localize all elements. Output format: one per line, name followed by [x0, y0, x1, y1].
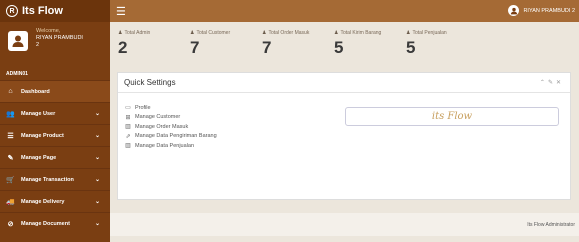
- stat-total-customer: ♟ Total Customer 7: [190, 22, 262, 64]
- panel-header: Quick Settings ⌃✎✕: [118, 73, 570, 93]
- link-label: Manage Data Pengiriman Barang: [135, 133, 217, 140]
- users-icon: 👥: [6, 110, 15, 118]
- link-label: Manage Customer: [135, 114, 181, 121]
- link-label: Manage Order Masuk: [135, 123, 189, 130]
- sidebar-item-manage-page[interactable]: ✎ Manage Page ⌄: [0, 146, 110, 168]
- stat-label: Total Order Masuk: [268, 30, 310, 36]
- top-user-menu[interactable]: RIYAN PRAMBUDI 2: [508, 5, 575, 16]
- sidebar: R Its Flow Welcome, RIYAN PRAMBUDI 2 ADM…: [0, 0, 110, 242]
- brand-script-logo: its Flow: [431, 111, 473, 122]
- chevron-down-icon: ⌄: [94, 133, 100, 139]
- welcome-text: Welcome,: [36, 28, 61, 34]
- brand-logo-icon: R: [6, 5, 18, 17]
- hamburger-menu-icon[interactable]: ☰: [116, 5, 126, 18]
- link-profile[interactable]: ▭ Profile: [124, 103, 217, 113]
- link-label: Profile: [135, 104, 151, 111]
- user-icon: ♟: [190, 30, 195, 36]
- brand[interactable]: R Its Flow: [0, 0, 110, 22]
- panel-title: Quick Settings: [124, 78, 176, 87]
- stat-total-penjualan: ♟ Total Penjualan 5: [406, 22, 478, 64]
- sidebar-menu: ⌂ Dashboard 👥 Manage User ⌄ ☰ Manage Pro…: [0, 80, 110, 234]
- stat-total-admin: ♟ Total Admin 2: [118, 22, 190, 64]
- line-chart-icon: ⇗: [125, 133, 131, 140]
- user-icon: ♟: [334, 30, 339, 36]
- stat-label: Total Penjualan: [412, 30, 447, 36]
- stat-total-order-masuk: ♟ Total Order Masuk 7: [262, 22, 334, 64]
- sidebar-item-manage-delivery[interactable]: 🚚 Manage Delivery ⌄: [0, 190, 110, 212]
- sidebar-item-manage-transaction[interactable]: 🛒 Manage Transaction ⌄: [0, 168, 110, 190]
- footer-text: Its Flow Administrator: [527, 221, 575, 228]
- top-user-name: RIYAN PRAMBUDI 2: [523, 7, 575, 14]
- link-label: Manage Data Penjualan: [135, 142, 195, 149]
- user-avatar-icon: [8, 31, 28, 51]
- panel-tools: ⌃✎✕: [540, 79, 564, 86]
- user-avatar-icon: [508, 5, 520, 16]
- grid-icon: ⊞: [125, 114, 131, 121]
- stat-label: Total Admin: [124, 30, 151, 36]
- footer: Its Flow Administrator: [110, 213, 579, 236]
- stat-value: 5: [406, 38, 416, 57]
- close-icon[interactable]: ✕: [556, 80, 564, 86]
- sidebar-item-label: Manage Page: [21, 154, 57, 161]
- sidebar-item-dashboard[interactable]: ⌂ Dashboard: [0, 80, 110, 102]
- user-info: Welcome, RIYAN PRAMBUDI 2: [36, 28, 83, 49]
- user-role: ADMIN01: [6, 71, 28, 77]
- sidebar-item-label: Dashboard: [21, 88, 50, 95]
- document-icon: ⊘: [7, 220, 14, 228]
- link-manage-data-pengiriman-barang[interactable]: ⇗ Manage Data Pengiriman Barang: [124, 132, 217, 142]
- sidebar-item-label: Manage Transaction: [21, 176, 74, 183]
- user-panel: Welcome, RIYAN PRAMBUDI 2: [0, 22, 110, 68]
- user-icon: ♟: [262, 30, 267, 36]
- chart-icon: ▥: [125, 124, 131, 131]
- brand-name: Its Flow: [22, 5, 63, 17]
- stat-value: 7: [262, 38, 272, 57]
- link-manage-data-penjualan[interactable]: ▥ Manage Data Penjualan: [124, 141, 217, 151]
- user-name: RIYAN PRAMBUDI: [36, 35, 83, 41]
- stat-label: Total Customer: [196, 30, 231, 36]
- home-icon: ⌂: [8, 88, 13, 95]
- quick-links: ▭ Profile ⊞ Manage Customer ▥ Manage Ord…: [124, 103, 217, 151]
- link-manage-customer[interactable]: ⊞ Manage Customer: [124, 113, 217, 123]
- sidebar-item-manage-user[interactable]: 👥 Manage User ⌄: [0, 102, 110, 124]
- calendar-icon: ▭: [125, 105, 131, 112]
- stat-total-kirim-barang: ♟ Total Kirim Barang 5: [334, 22, 406, 64]
- cart-icon: 🛒: [6, 176, 15, 184]
- stats-row: ♟ Total Admin 2 ♟ Total Customer 7 ♟ Total …: [110, 22, 579, 64]
- sidebar-item-label: Manage Document: [21, 220, 70, 227]
- stat-value: 2: [118, 38, 128, 57]
- sidebar-item-label: Manage User: [21, 110, 56, 117]
- stat-value: 7: [190, 38, 200, 57]
- user-icon: ♟: [118, 30, 123, 36]
- user-icon: ♟: [406, 30, 411, 36]
- sidebar-item-label: Manage Delivery: [21, 198, 65, 205]
- collapse-icon[interactable]: ⌃: [540, 80, 548, 86]
- chevron-down-icon: ⌄: [94, 221, 100, 227]
- sidebar-item-label: Manage Product: [21, 132, 64, 139]
- wrench-icon[interactable]: ✎: [548, 80, 556, 86]
- chevron-down-icon: ⌄: [94, 111, 100, 117]
- brand-banner: its Flow: [345, 107, 559, 126]
- stat-label: Total Kirim Barang: [340, 30, 382, 36]
- sidebar-item-manage-document[interactable]: ⊘ Manage Document ⌄: [0, 212, 110, 234]
- sidebar-item-manage-product[interactable]: ☰ Manage Product ⌄: [0, 124, 110, 146]
- truck-icon: 🚚: [6, 198, 15, 206]
- top-bar: ☰ RIYAN PRAMBUDI 2: [110, 0, 579, 22]
- bar-chart-icon: ▥: [125, 143, 131, 150]
- chevron-down-icon: ⌄: [94, 155, 100, 161]
- edit-icon: ✎: [7, 154, 14, 162]
- chevron-down-icon: ⌄: [94, 177, 100, 183]
- list-icon: ☰: [7, 132, 14, 140]
- stat-value: 5: [334, 38, 344, 57]
- chevron-down-icon: ⌄: [94, 199, 100, 205]
- user-name-line2: 2: [36, 42, 40, 48]
- link-manage-order-masuk[interactable]: ▥ Manage Order Masuk: [124, 122, 217, 132]
- quick-settings-panel: Quick Settings ⌃✎✕ ▭ Profile ⊞ Manage Cu…: [117, 72, 571, 200]
